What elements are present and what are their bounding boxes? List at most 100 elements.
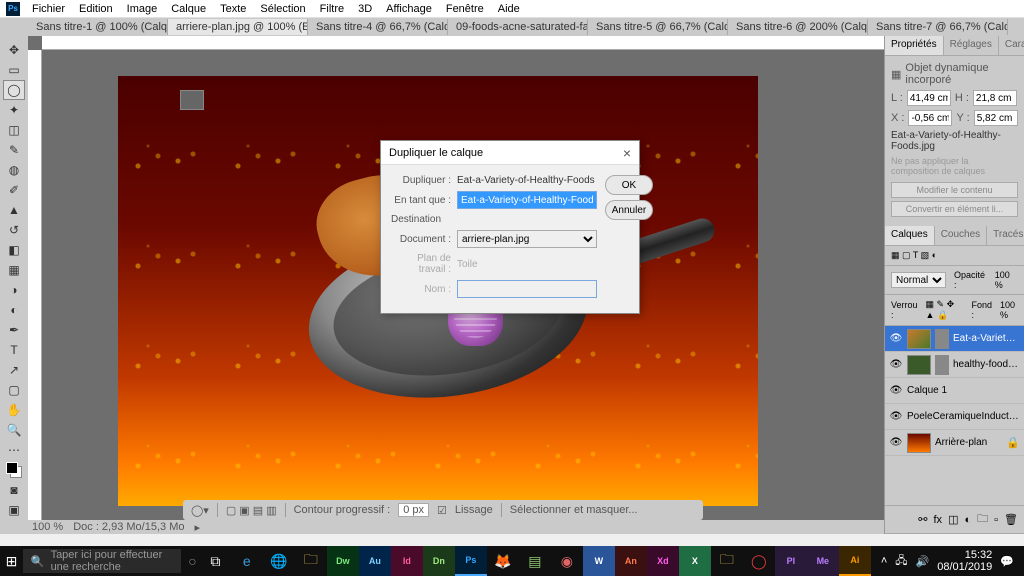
- tab-proprietes[interactable]: Propriétés: [885, 36, 944, 55]
- menu-image[interactable]: Image: [121, 1, 164, 17]
- layer-item[interactable]: 👁 Calque 1: [885, 378, 1024, 404]
- visibility-icon[interactable]: 👁: [889, 359, 903, 370]
- tab-3[interactable]: 09-foods-acne-saturated-fats.jpg ...×: [448, 19, 588, 35]
- clock[interactable]: 15:32 08/01/2019: [937, 549, 992, 573]
- edit-toolbar[interactable]: ⋯: [3, 440, 25, 460]
- dimension-icon[interactable]: Dn: [423, 546, 455, 576]
- move-tool[interactable]: ✥: [3, 40, 25, 60]
- link-layers-icon[interactable]: ⚯: [918, 513, 927, 526]
- menu-selection[interactable]: Sélection: [254, 1, 311, 17]
- filter-icons[interactable]: ▦ ▢ T ▧ ◐: [891, 250, 937, 261]
- layer-item[interactable]: 👁 PoeleCeramiqueInductionTefal_HD: [885, 404, 1024, 430]
- tab-traces[interactable]: Tracés: [987, 226, 1024, 245]
- notifications-icon[interactable]: 💬: [1000, 555, 1014, 568]
- quick-mask[interactable]: ◙: [3, 480, 25, 500]
- hand-tool[interactable]: ✋: [3, 400, 25, 420]
- cortana-icon[interactable]: ○: [181, 546, 204, 576]
- lock-icons[interactable]: ▦ ✎ ✥ ▲ 🔒: [926, 299, 964, 321]
- adjustment-icon[interactable]: ◐: [964, 514, 971, 526]
- feather-value[interactable]: 0 px: [398, 503, 429, 517]
- menu-aide[interactable]: Aide: [492, 1, 526, 17]
- tab-1[interactable]: arriere-plan.jpg @ 100% (Eat-a-Variety-o…: [168, 19, 308, 35]
- brush-tool[interactable]: ✐: [3, 180, 25, 200]
- menu-filtre[interactable]: Filtre: [314, 1, 350, 17]
- menu-fenetre[interactable]: Fenêtre: [440, 1, 490, 17]
- menu-3d[interactable]: 3D: [352, 1, 378, 17]
- menu-edition[interactable]: Edition: [73, 1, 119, 17]
- word-icon[interactable]: W: [583, 546, 615, 576]
- edge-icon[interactable]: e: [231, 546, 263, 576]
- explorer-icon[interactable]: 🗀: [295, 546, 327, 576]
- trash-icon[interactable]: 🗑: [1004, 513, 1018, 526]
- shape-tool[interactable]: ▢: [3, 380, 25, 400]
- select-and-mask-button[interactable]: Sélectionner et masquer...: [510, 504, 638, 516]
- tray-up-icon[interactable]: ˄: [881, 555, 887, 567]
- tab-2[interactable]: Sans titre-4 @ 66,7% (Calque ...×: [308, 19, 448, 35]
- firefox-icon[interactable]: 🦊: [487, 546, 519, 576]
- visibility-icon[interactable]: 👁: [889, 385, 903, 396]
- tab-reglages[interactable]: Réglages: [944, 36, 999, 55]
- menu-calque[interactable]: Calque: [165, 1, 212, 17]
- cancel-button[interactable]: Annuler: [605, 200, 653, 220]
- notepadpp-icon[interactable]: ▤: [519, 546, 551, 576]
- ruler-vertical[interactable]: [28, 50, 42, 520]
- layer-thumbnail[interactable]: [907, 433, 931, 453]
- indesign-icon[interactable]: Id: [391, 546, 423, 576]
- fill-value[interactable]: 100 %: [1000, 300, 1018, 320]
- color-swatches[interactable]: [3, 460, 25, 480]
- lasso-tool[interactable]: ◯: [3, 80, 25, 100]
- height-input[interactable]: [973, 90, 1017, 106]
- layer-name[interactable]: healthy-food-fill-raw: [953, 359, 1020, 370]
- ruler-horizontal[interactable]: [42, 36, 884, 50]
- dodge-tool[interactable]: ◐: [3, 300, 25, 320]
- path-tool[interactable]: ↗: [3, 360, 25, 380]
- mediaencoder-icon[interactable]: Me: [807, 546, 839, 576]
- y-input[interactable]: [974, 110, 1018, 126]
- layer-name[interactable]: PoeleCeramiqueInductionTefal_HD: [907, 411, 1020, 422]
- width-input[interactable]: [907, 90, 951, 106]
- convert-button[interactable]: Convertir en élément li...: [891, 201, 1018, 217]
- tab-0[interactable]: Sans titre-1 @ 100% (Calque ...×: [28, 19, 168, 35]
- visibility-icon[interactable]: 👁: [889, 437, 903, 448]
- close-icon[interactable]: ×: [623, 145, 631, 161]
- chrome-icon[interactable]: 🌐: [263, 546, 295, 576]
- audition-icon[interactable]: Au: [359, 546, 391, 576]
- group-icon[interactable]: 🗀: [977, 510, 988, 529]
- opera-icon[interactable]: ◯: [743, 546, 775, 576]
- tab-caractere[interactable]: Caractère: [999, 36, 1024, 55]
- layer-name[interactable]: Arrière-plan: [935, 437, 1002, 448]
- new-layer-icon[interactable]: ▫: [994, 514, 998, 526]
- stamp-tool[interactable]: ▲: [3, 200, 25, 220]
- mask-icon[interactable]: ◫: [948, 513, 958, 526]
- eyedropper-tool[interactable]: ✎: [3, 140, 25, 160]
- f-app-icon[interactable]: ◉: [551, 546, 583, 576]
- marquee-tool[interactable]: ▭: [3, 60, 25, 80]
- type-tool[interactable]: T: [3, 340, 25, 360]
- opacity-value[interactable]: 100 %: [995, 270, 1018, 290]
- animate-icon[interactable]: An: [615, 546, 647, 576]
- zoom-level[interactable]: 100 %: [32, 521, 63, 533]
- document-select[interactable]: arriere-plan.jpg: [457, 230, 597, 248]
- ok-button[interactable]: OK: [605, 175, 653, 195]
- prelude-icon[interactable]: Pl: [775, 546, 807, 576]
- folder2-icon[interactable]: 🗀: [711, 546, 743, 576]
- layer-thumbnail[interactable]: [907, 329, 931, 349]
- taskview-icon[interactable]: ⧉: [204, 546, 227, 576]
- photoshop-icon[interactable]: Ps: [455, 546, 487, 576]
- screen-mode[interactable]: ▣: [3, 500, 25, 520]
- excel-icon[interactable]: X: [679, 546, 711, 576]
- zoom-tool[interactable]: 🔍: [3, 420, 25, 440]
- x-input[interactable]: [908, 110, 952, 126]
- selection-mode-icons[interactable]: ▢ ▣ ▤ ▥: [226, 504, 277, 517]
- tab-4[interactable]: Sans titre-5 @ 66,7% (Calque ...×: [588, 19, 728, 35]
- as-input[interactable]: [457, 191, 597, 209]
- fx-icon[interactable]: fx: [934, 514, 943, 526]
- blend-mode-select[interactable]: Normal: [891, 272, 946, 288]
- pen-tool[interactable]: ✒: [3, 320, 25, 340]
- visibility-icon[interactable]: 👁: [889, 411, 903, 422]
- gradient-tool[interactable]: ▦: [3, 260, 25, 280]
- menu-affichage[interactable]: Affichage: [380, 1, 438, 17]
- history-brush-tool[interactable]: ↺: [3, 220, 25, 240]
- layer-item[interactable]: 👁 Arrière-plan 🔒: [885, 430, 1024, 456]
- search-box[interactable]: 🔍 Taper ici pour effectuer une recherche: [23, 549, 181, 573]
